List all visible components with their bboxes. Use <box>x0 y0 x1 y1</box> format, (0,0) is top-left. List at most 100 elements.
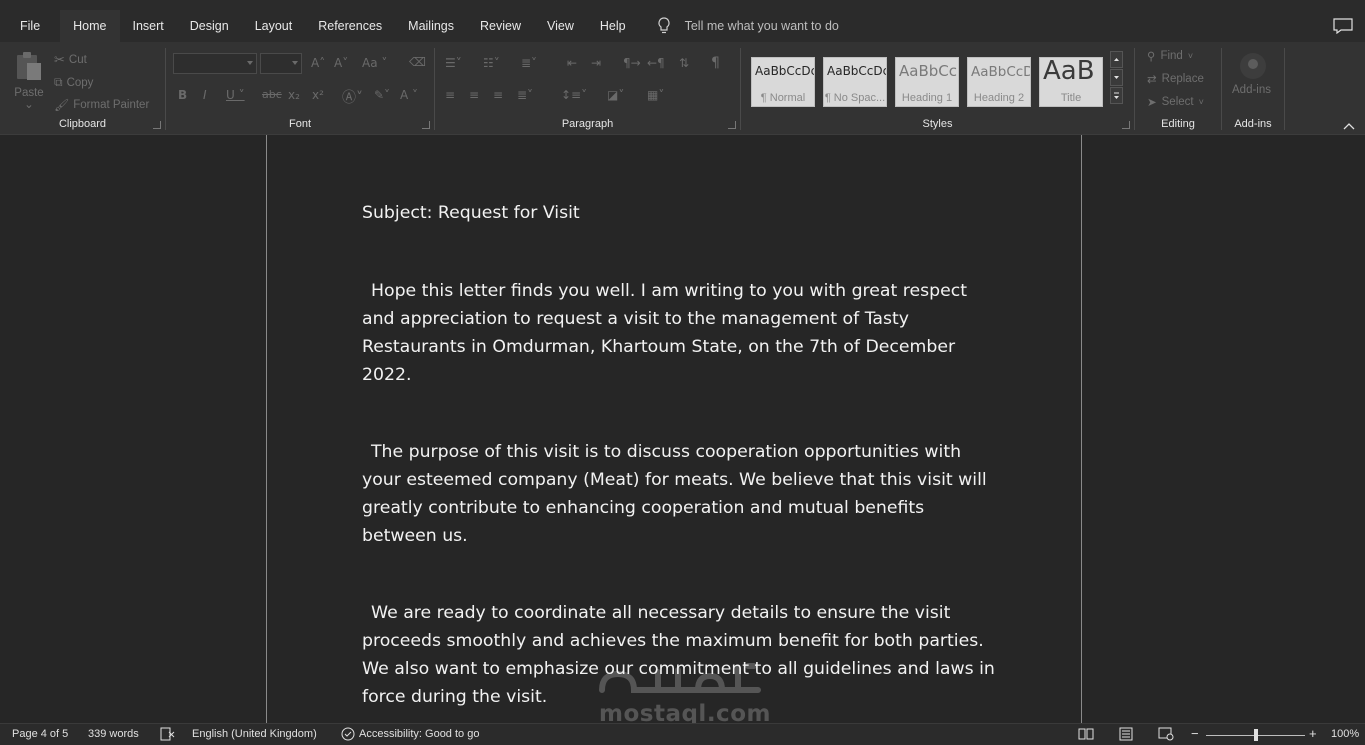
tab-home[interactable]: Home <box>60 10 120 42</box>
font-color-icon[interactable]: A ˅ <box>400 88 418 102</box>
paintbrush-icon: 🖌 <box>54 98 70 112</box>
word-count[interactable]: 339 words <box>88 728 139 740</box>
select-button[interactable]: ➤ Select ˅ <box>1147 95 1204 109</box>
rtl-icon[interactable]: ←¶ <box>647 56 665 70</box>
document-page[interactable]: Subject: Request for Visit Hope this let… <box>266 135 1082 723</box>
document-body[interactable]: Subject: Request for Visit Hope this let… <box>362 199 1002 723</box>
web-layout-icon[interactable] <box>1158 727 1174 741</box>
shading-icon[interactable]: ◪˅ <box>607 88 624 102</box>
subject-line[interactable]: Subject: Request for Visit <box>362 199 1002 227</box>
format-painter-button[interactable]: 🖌 Format Painter <box>54 98 149 112</box>
align-center-icon[interactable]: ≡ <box>469 88 479 102</box>
zoom-slider-thumb[interactable] <box>1253 729 1258 741</box>
style-heading-2[interactable]: AaBbCcD Heading 2 <box>967 57 1031 107</box>
tab-help[interactable]: Help <box>587 10 639 42</box>
highlight-color-icon[interactable]: ✎˅ <box>374 88 390 102</box>
copy-button[interactable]: ⧉ Copy <box>54 75 93 90</box>
proofing-icon[interactable] <box>160 727 176 741</box>
read-mode-icon[interactable] <box>1078 727 1094 741</box>
increase-indent-icon[interactable]: ⇥ <box>591 56 601 70</box>
styles-group: AaBbCcDc ¶ Normal AaBbCcDc ¶ No Spac... … <box>741 46 1134 132</box>
show-formatting-marks-icon[interactable]: ¶ <box>711 55 720 71</box>
accessibility-icon[interactable] <box>340 727 356 741</box>
language-indicator[interactable]: English (United Kingdom) <box>192 728 317 740</box>
gallery-up-icon[interactable] <box>1110 51 1123 68</box>
addins-icon <box>1240 53 1266 79</box>
search-icon: ⚲ <box>1147 51 1156 63</box>
addins-button[interactable]: Add-ins <box>1232 84 1271 96</box>
tell-me-search[interactable]: Tell me what you want to do <box>657 10 839 42</box>
tab-insert[interactable]: Insert <box>120 10 177 42</box>
decrease-indent-icon[interactable]: ⇤ <box>567 56 577 70</box>
copy-icon: ⧉ <box>54 75 63 89</box>
font-name-box[interactable] <box>173 53 257 74</box>
tab-view[interactable]: View <box>534 10 587 42</box>
sort-icon[interactable]: ⇅ <box>679 56 689 70</box>
document-area[interactable]: Subject: Request for Visit Hope this let… <box>0 135 1365 723</box>
gallery-down-icon[interactable] <box>1110 69 1123 86</box>
superscript-icon[interactable]: x² <box>312 88 324 102</box>
align-left-icon[interactable]: ≡ <box>445 88 455 102</box>
replace-button[interactable]: ⇄ Replace <box>1147 72 1204 86</box>
scissors-icon: ✂ <box>54 52 65 67</box>
change-case-icon[interactable]: Aa ˅ <box>362 56 387 70</box>
paste-button[interactable]: Paste ⌄ <box>12 50 46 111</box>
borders-icon[interactable]: ▦˅ <box>647 88 664 102</box>
zoom-in-button[interactable]: + <box>1309 726 1317 741</box>
accessibility-status[interactable]: Accessibility: Good to go <box>359 728 479 740</box>
page-count[interactable]: Page 4 of 5 <box>12 728 68 740</box>
grow-font-icon[interactable]: A˄ <box>311 56 325 70</box>
text-effects-icon[interactable]: Ⓐ˅ <box>342 87 363 107</box>
multilevel-list-icon[interactable]: ≣˅ <box>521 56 537 70</box>
underline-icon[interactable]: U ˅ <box>226 88 245 102</box>
bullets-icon[interactable]: ☰˅ <box>445 56 462 70</box>
numbering-icon[interactable]: ☷˅ <box>483 56 500 70</box>
tab-file[interactable]: File <box>0 10 60 42</box>
align-right-icon[interactable]: ≡ <box>493 88 503 102</box>
ribbon: Paste ⌄ ✂ Cut ⧉ Copy 🖌 Format Painter Cl… <box>0 42 1365 135</box>
paragraph-1[interactable]: Hope this letter finds you well. I am wr… <box>362 277 1002 389</box>
tab-layout[interactable]: Layout <box>242 10 306 42</box>
font-size-box[interactable] <box>260 53 302 74</box>
replace-icon: ⇄ <box>1147 74 1157 86</box>
style-title[interactable]: AaB Title <box>1039 57 1103 107</box>
paste-dropdown-icon[interactable]: ⌄ <box>12 97 46 111</box>
zoom-out-button[interactable]: − <box>1191 726 1199 741</box>
bold-icon[interactable]: B <box>178 88 187 102</box>
ltr-icon[interactable]: ¶→ <box>623 56 641 70</box>
subscript-icon[interactable]: x₂ <box>288 88 300 102</box>
find-label: Find <box>1160 50 1183 62</box>
tab-references[interactable]: References <box>305 10 395 42</box>
styles-dialog-launcher[interactable] <box>1122 121 1130 129</box>
copy-label: Copy <box>66 76 94 89</box>
style-normal[interactable]: AaBbCcDc ¶ Normal <box>751 57 815 107</box>
tell-me-text: Tell me what you want to do <box>684 19 839 33</box>
cut-label: Cut <box>68 54 87 66</box>
font-dialog-launcher[interactable] <box>422 121 430 129</box>
style-no-spacing[interactable]: AaBbCcDc ¶ No Spac... <box>823 57 887 107</box>
clipboard-group: Paste ⌄ ✂ Cut ⧉ Copy 🖌 Format Painter Cl… <box>0 46 165 132</box>
cut-button[interactable]: ✂ Cut <box>54 52 87 68</box>
comments-icon[interactable] <box>1333 18 1353 34</box>
paste-icon <box>17 52 41 80</box>
style-heading-1[interactable]: AaBbCc Heading 1 <box>895 57 959 107</box>
collapse-ribbon-icon[interactable] <box>1343 122 1355 130</box>
zoom-level[interactable]: 100% <box>1331 728 1359 740</box>
find-button[interactable]: ⚲ Find ˅ <box>1147 49 1193 63</box>
justify-icon[interactable]: ≣˅ <box>517 88 533 102</box>
clear-formatting-icon[interactable]: ⌫ <box>409 55 426 69</box>
paragraph-3[interactable]: We are ready to coordinate all necessary… <box>362 599 1002 711</box>
select-label: Select <box>1161 96 1194 108</box>
shrink-font-icon[interactable]: A˅ <box>334 56 348 70</box>
paragraph-2[interactable]: The purpose of this visit is to discuss … <box>362 438 1002 550</box>
line-spacing-icon[interactable]: ↕≡˅ <box>561 88 587 102</box>
strikethrough-icon[interactable]: abc <box>262 88 282 101</box>
italic-icon[interactable]: I <box>203 88 207 102</box>
tab-mailings[interactable]: Mailings <box>395 10 467 42</box>
gallery-more-icon[interactable] <box>1110 87 1123 104</box>
tab-review[interactable]: Review <box>467 10 534 42</box>
paragraph-dialog-launcher[interactable] <box>728 121 736 129</box>
print-layout-icon[interactable] <box>1118 727 1134 741</box>
clipboard-dialog-launcher[interactable] <box>153 121 161 129</box>
tab-design[interactable]: Design <box>177 10 242 42</box>
